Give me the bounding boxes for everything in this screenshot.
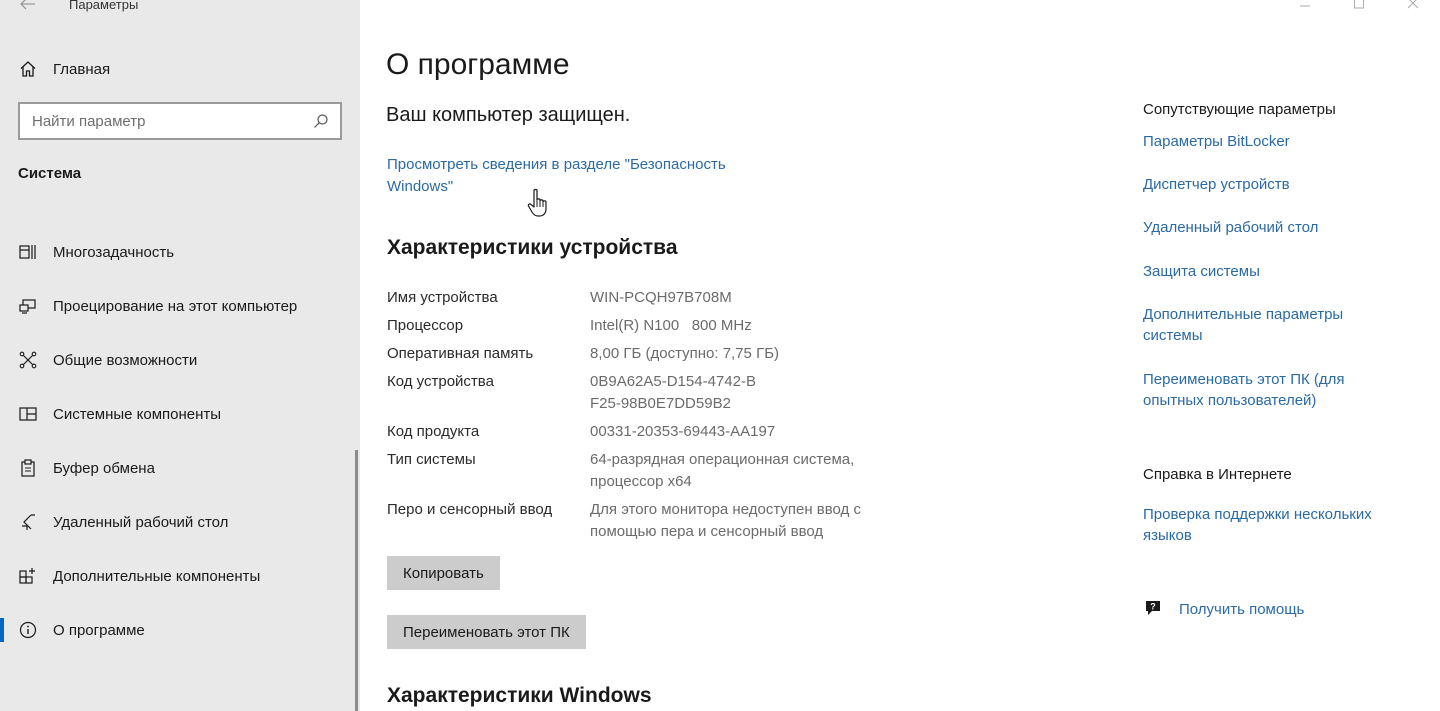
sidebar-item-label: Дополнительные компоненты <box>53 567 261 585</box>
hand-cursor-icon <box>527 188 551 218</box>
sidebar-item-optional-features[interactable]: Дополнительные компоненты <box>0 549 360 603</box>
rename-pc-advanced-link[interactable]: Переименовать этот ПК (для опытных польз… <box>1143 369 1363 411</box>
sidebar-item-label: Общие возможности <box>53 351 198 369</box>
sidebar-item-remote-desktop[interactable]: Удаленный рабочий стол <box>0 495 360 549</box>
bitlocker-settings-link[interactable]: Параметры BitLocker <box>1143 131 1403 152</box>
sidebar-item-projecting[interactable]: Проецирование на этот компьютер <box>0 279 360 333</box>
sidebar-item-label: О программе <box>53 621 145 639</box>
help-chat-icon: ? <box>1143 599 1163 619</box>
spec-key: Код устройства <box>387 373 494 390</box>
spec-value: 8,00 ГБ (доступно: 7,75 ГБ) <box>590 345 780 362</box>
minimize-icon[interactable] <box>1278 0 1332 14</box>
back-arrow-icon[interactable] <box>14 0 42 14</box>
security-details-link[interactable]: Просмотреть сведения в разделе "Безопасн… <box>387 154 767 198</box>
related-settings-title: Сопутствующие параметры <box>1143 101 1336 118</box>
spec-row: Код продукта 00331-20353-69443-AA197 <box>387 421 907 443</box>
home-icon <box>18 59 38 79</box>
section-title-system: Система <box>18 165 82 182</box>
device-specs-table: Имя устройства WIN-PCQH97B708M Процессор… <box>387 287 907 549</box>
main-content: О программе Ваш компьютер защищен. Просм… <box>360 0 1440 711</box>
projecting-icon <box>18 296 38 316</box>
spec-row: Код устройства 0B9A62A5-D154-4742-BF25-9… <box>387 371 907 415</box>
search-box[interactable] <box>18 102 342 140</box>
spec-key: Код продукта <box>387 423 480 440</box>
sidebar-item-label: Проецирование на этот компьютер <box>53 297 298 315</box>
spec-row: Имя устройства WIN-PCQH97B708M <box>387 287 907 309</box>
windows-specs-heading: Характеристики Windows <box>387 684 652 707</box>
spec-row: Оперативная память 8,00 ГБ (доступно: 7,… <box>387 343 907 365</box>
search-icon[interactable] <box>312 112 330 130</box>
language-support-link[interactable]: Проверка поддержки нескольких языков <box>1143 504 1403 546</box>
copy-button[interactable]: Копировать <box>387 556 500 590</box>
sidebar-item-system-components[interactable]: Системные компоненты <box>0 387 360 441</box>
info-icon <box>18 620 38 640</box>
sidebar-nav: Многозадачность Проецирование на этот ко… <box>0 225 360 657</box>
page-title: О программе <box>386 48 570 81</box>
sidebar-scrollbar[interactable] <box>355 450 358 711</box>
shared-experiences-icon <box>18 350 38 370</box>
home-label: Главная <box>53 60 111 78</box>
search-input[interactable] <box>32 112 312 130</box>
sidebar-item-clipboard[interactable]: Буфер обмена <box>0 441 360 495</box>
multitasking-icon <box>18 242 38 262</box>
rename-pc-button[interactable]: Переименовать этот ПК <box>387 615 586 649</box>
app-title: Параметры <box>69 0 139 12</box>
optional-features-icon <box>18 566 38 586</box>
get-help-link[interactable]: ? Получить помощь <box>1143 599 1304 619</box>
device-specs-heading: Характеристики устройства <box>387 236 678 259</box>
sidebar: Параметры Главная Система Многозадачност… <box>0 0 360 711</box>
spec-key: Оперативная память <box>387 345 534 362</box>
window-controls <box>1278 0 1440 14</box>
svg-text:?: ? <box>1150 602 1156 612</box>
remote-desktop-icon <box>18 512 38 532</box>
spec-value: WIN-PCQH97B708M <box>590 289 732 306</box>
spec-row: Тип системы 64-разрядная операционная си… <box>387 449 907 493</box>
system-components-icon <box>18 404 38 424</box>
spec-value: Intel(R) N100 800 MHz <box>590 317 752 334</box>
system-protection-link[interactable]: Защита системы <box>1143 261 1403 282</box>
remote-desktop-link[interactable]: Удаленный рабочий стол <box>1143 217 1403 238</box>
protection-status: Ваш компьютер защищен. <box>386 104 631 126</box>
spec-value: Для этого монитора недоступен ввод с пом… <box>590 501 861 540</box>
spec-key: Тип системы <box>387 451 476 468</box>
sidebar-item-multitasking[interactable]: Многозадачность <box>0 225 360 279</box>
maximize-icon[interactable] <box>1332 0 1386 14</box>
spec-value: 0B9A62A5-D154-4742-BF25-98B0E7DD59B2 <box>590 373 756 412</box>
spec-key: Процессор <box>387 317 464 334</box>
sidebar-item-label: Удаленный рабочий стол <box>53 513 229 531</box>
online-help-title: Справка в Интернете <box>1143 466 1292 483</box>
clipboard-icon <box>18 458 38 478</box>
sidebar-item-label: Буфер обмена <box>53 459 155 477</box>
spec-value: 00331-20353-69443-AA197 <box>590 423 776 440</box>
spec-key: Имя устройства <box>387 289 498 306</box>
spec-value: 64-разрядная операционная система, проце… <box>590 451 855 490</box>
spec-row: Перо и сенсорный ввод Для этого монитора… <box>387 499 907 543</box>
spec-row: Процессор Intel(R) N100 800 MHz <box>387 315 907 337</box>
spec-key: Перо и сенсорный ввод <box>387 501 553 518</box>
device-manager-link[interactable]: Диспетчер устройств <box>1143 174 1403 195</box>
close-icon[interactable] <box>1386 0 1440 14</box>
sidebar-item-shared-experiences[interactable]: Общие возможности <box>0 333 360 387</box>
advanced-system-settings-link[interactable]: Дополнительные параметры системы <box>1143 304 1363 346</box>
sidebar-item-label: Системные компоненты <box>53 405 222 423</box>
sidebar-item-about[interactable]: О программе <box>0 603 360 657</box>
sidebar-item-label: Многозадачность <box>53 243 175 261</box>
sidebar-home[interactable]: Главная <box>0 54 360 84</box>
get-help-label: Получить помощь <box>1179 600 1305 618</box>
